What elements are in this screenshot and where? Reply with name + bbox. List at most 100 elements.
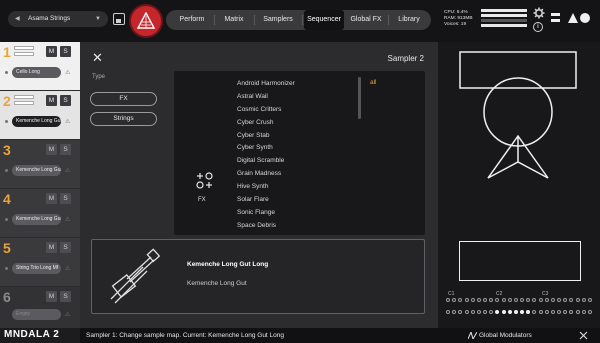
- meter-bar: [481, 24, 527, 27]
- warning-icon: ⚠: [65, 312, 71, 318]
- list-item[interactable]: Digital Scramble: [237, 155, 349, 168]
- mute-button[interactable]: M: [46, 291, 57, 302]
- key-dot: [489, 298, 494, 302]
- list-item[interactable]: Astral Wail: [237, 91, 349, 104]
- collapse-icon[interactable]: [579, 331, 588, 340]
- solo-button[interactable]: S: [60, 95, 71, 106]
- key-dot: [526, 298, 531, 302]
- list-item[interactable]: Cosmic Critters: [237, 104, 349, 117]
- key-dot: [513, 298, 518, 302]
- sampler-panel: ✕ Sampler 2 Type FX Strings FX Android H…: [80, 42, 438, 328]
- info-icon[interactable]: i: [533, 22, 543, 32]
- key-dot: [501, 310, 506, 314]
- list-scrollbar[interactable]: [358, 77, 361, 119]
- list-item[interactable]: Grain Madness: [237, 168, 349, 181]
- list-item[interactable]: Space Debris: [237, 220, 349, 230]
- save-icon[interactable]: [113, 13, 125, 25]
- list-item[interactable]: Cyber Stab: [237, 130, 349, 143]
- key-dot: [489, 310, 494, 314]
- preset-dropdown-icon[interactable]: ▼: [95, 11, 101, 27]
- filter-tag-all[interactable]: all: [370, 79, 377, 86]
- sampler-slot-5[interactable]: 5 M S String Trio Long Mf ⚠: [0, 238, 80, 286]
- octave-label: C1: [448, 291, 455, 297]
- meter-bar: [481, 14, 527, 17]
- sampler-slot-2[interactable]: 2 M S Kemenche Long Gut ⚠: [0, 91, 80, 139]
- tab-samplers[interactable]: Samplers: [256, 10, 300, 30]
- sampler-instrument-name[interactable]: Kemenche Long Gut: [12, 116, 61, 127]
- sampler-list: 1 M S Cello Long ⚠ 2 M S Kemenche Long G…: [0, 42, 80, 328]
- mute-button[interactable]: M: [46, 144, 57, 155]
- warning-icon: ⚠: [65, 266, 71, 272]
- mute-button[interactable]: M: [46, 46, 57, 57]
- solo-button[interactable]: S: [60, 144, 71, 155]
- sampler-slot-6[interactable]: 6 M S Empty ⚠: [0, 287, 80, 328]
- list-item[interactable]: Solar Flare: [237, 194, 349, 207]
- mute-button[interactable]: M: [46, 95, 57, 106]
- list-item[interactable]: Android Harmonizer: [237, 78, 349, 91]
- list-item[interactable]: Sonic Flange: [237, 207, 349, 220]
- octave-label: C3: [542, 291, 549, 297]
- solo-button[interactable]: S: [60, 193, 71, 204]
- list-item[interactable]: Cyber Synth: [237, 142, 349, 155]
- preset-prev-icon[interactable]: ◀: [15, 11, 20, 27]
- sampler-instrument-name[interactable]: String Trio Long Mf: [12, 263, 61, 274]
- global-modulators-button[interactable]: Global Modulators: [479, 328, 532, 343]
- key-dot: [483, 310, 487, 314]
- sampler-slot-4[interactable]: 4 M S Kemenche Long Gut ⚠: [0, 189, 80, 237]
- key-dot: [476, 298, 481, 302]
- meter-bar: [481, 19, 527, 22]
- key-dot: [569, 310, 574, 314]
- key-dot: [470, 310, 475, 314]
- slot-status-dot: [5, 267, 8, 270]
- key-dot: [520, 310, 524, 314]
- tab-perform[interactable]: Perform: [172, 10, 212, 30]
- key-dot: [532, 310, 537, 314]
- key-dot: [446, 298, 450, 302]
- warning-icon: ⚠: [65, 168, 71, 174]
- tab-divider: [254, 15, 255, 25]
- instrument-list[interactable]: Android Harmonizer Astral Wail Cosmic Cr…: [237, 78, 349, 230]
- list-item[interactable]: Hive Synth: [237, 181, 349, 194]
- slot-number: 4: [3, 191, 11, 207]
- key-dot: [495, 310, 500, 314]
- key-dot: [452, 310, 457, 314]
- mndala-logo[interactable]: [129, 4, 163, 38]
- sampler-slot-3[interactable]: 3 M S Kemenche Long Gut ⚠: [0, 140, 80, 188]
- status-message: Sampler 1: Change sample map. Current: K…: [86, 332, 285, 339]
- key-dot: [532, 298, 537, 302]
- tab-divider: [388, 15, 389, 25]
- sampler-instrument-name[interactable]: Cello Long: [12, 67, 61, 78]
- close-icon[interactable]: ✕: [92, 50, 103, 66]
- performance-stats: CPU: 8.4% RAM: 913MB Voices: 19: [444, 10, 473, 28]
- slot-number: 1: [3, 44, 11, 60]
- tab-library[interactable]: Library: [390, 10, 428, 30]
- type-filter-strings[interactable]: Strings: [90, 112, 157, 126]
- list-item[interactable]: Cyber Crush: [237, 117, 349, 130]
- visualizer-panel: C1 C2 C3: [438, 42, 600, 328]
- slot-status-dot: [5, 71, 8, 74]
- key-dot: [520, 298, 524, 302]
- gear-icon[interactable]: [533, 7, 545, 19]
- key-dots-upper: [446, 298, 594, 304]
- solo-button[interactable]: S: [60, 242, 71, 253]
- key-dot: [483, 298, 487, 302]
- sampler-slot-1[interactable]: 1 M S Cello Long ⚠: [0, 42, 80, 90]
- mute-button[interactable]: M: [46, 242, 57, 253]
- preset-selector[interactable]: ◀ Asama Strings ▼: [8, 11, 108, 27]
- fx-category-icon: [196, 172, 213, 189]
- solo-button[interactable]: S: [60, 46, 71, 57]
- sampler-instrument-name[interactable]: Kemenche Long Gut: [12, 165, 61, 176]
- solo-button[interactable]: S: [60, 291, 71, 302]
- type-filter-fx[interactable]: FX: [90, 92, 157, 106]
- sampler-instrument-name[interactable]: Empty: [12, 309, 61, 320]
- mute-button[interactable]: M: [46, 193, 57, 204]
- tab-global-fx[interactable]: Global FX: [346, 10, 386, 30]
- selected-instrument-name: Kemenche Long Gut Long: [187, 261, 269, 268]
- tab-matrix[interactable]: Matrix: [216, 10, 252, 30]
- tab-sequencer[interactable]: Sequencer: [304, 10, 344, 30]
- key-dot: [557, 310, 561, 314]
- key-dot: [544, 310, 549, 314]
- slot-status-dot: [5, 120, 8, 123]
- sampler-instrument-name[interactable]: Kemenche Long Gut: [12, 214, 61, 225]
- key-dots-lower: [446, 310, 594, 316]
